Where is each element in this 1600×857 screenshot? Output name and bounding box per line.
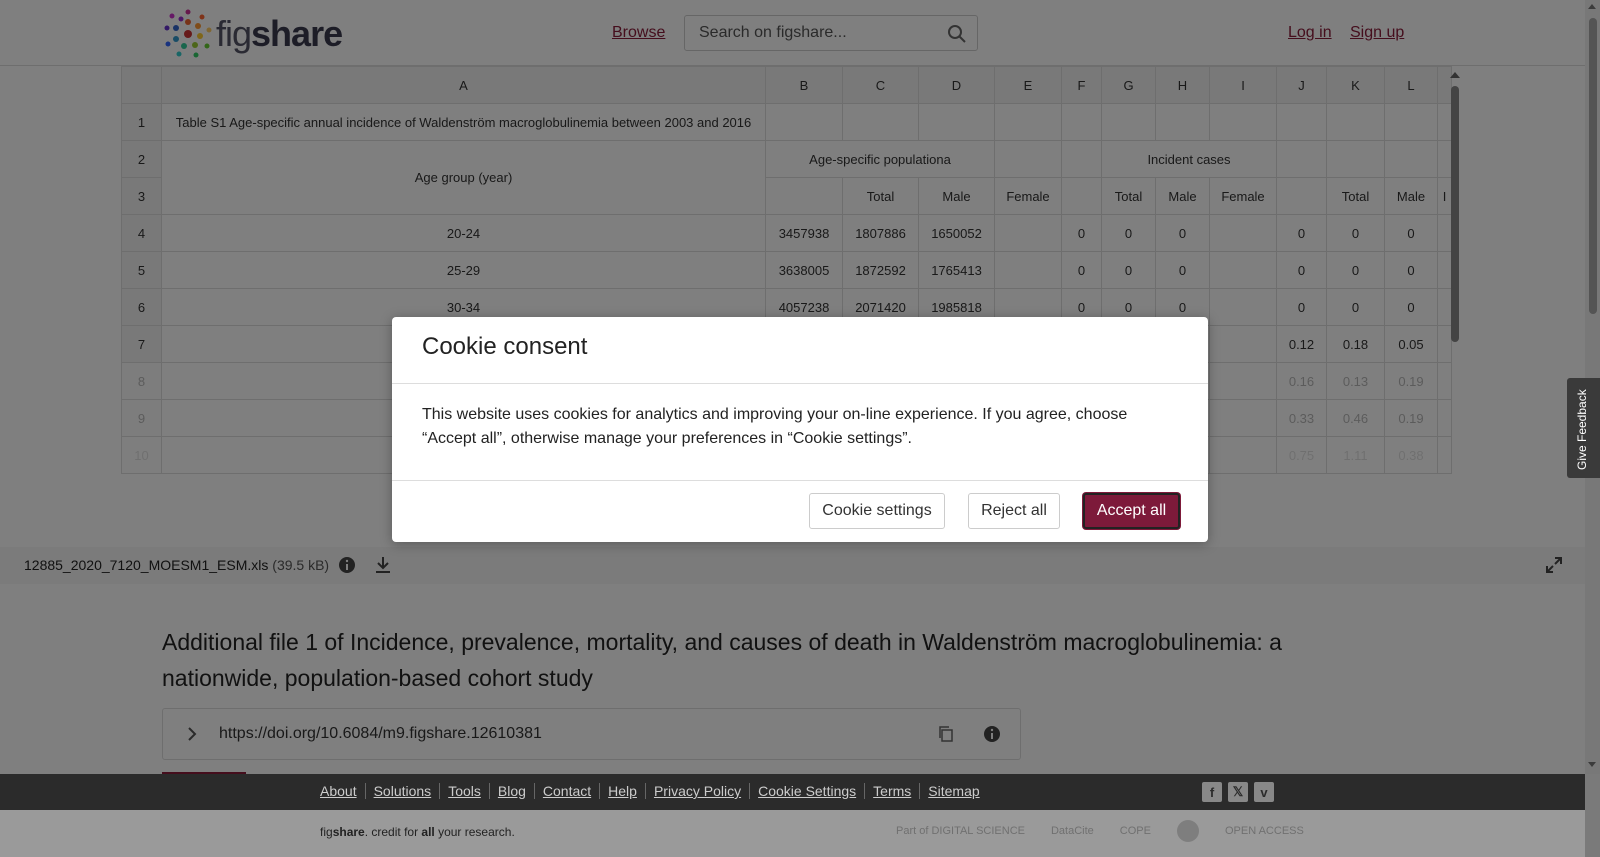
footer-link-sitemap[interactable]: Sitemap xyxy=(919,783,987,799)
footer-link-privacy[interactable]: Privacy Policy xyxy=(644,783,749,799)
cookie-settings-button[interactable]: Cookie settings xyxy=(809,493,945,529)
partner-logos: Part of DIGITAL SCIENCE DataCite COPE OP… xyxy=(896,820,1304,842)
footer-link-about[interactable]: About xyxy=(320,783,365,799)
footer-link-contact[interactable]: Contact xyxy=(533,783,599,799)
seal-logo-icon[interactable] xyxy=(1176,820,1199,842)
divider xyxy=(392,480,1208,481)
footer-links: About Solutions Tools Blog Contact Help … xyxy=(320,783,988,799)
cope-logo[interactable]: COPE xyxy=(1120,825,1151,837)
dialog-body: This website uses cookies for analytics … xyxy=(422,406,1128,447)
footer-tagline: figshare. credit for all your research. xyxy=(320,825,515,839)
footer-link-tools[interactable]: Tools xyxy=(439,783,489,799)
cookie-consent-dialog: Cookie consent This website uses cookies… xyxy=(392,317,1208,542)
divider xyxy=(392,383,1208,384)
footer-nav: About Solutions Tools Blog Contact Help … xyxy=(0,774,1585,810)
accept-all-button[interactable]: Accept all xyxy=(1083,493,1180,529)
x-twitter-icon[interactable]: 𝕏 xyxy=(1228,782,1248,802)
footer-bottom: figshare. credit for all your research. … xyxy=(0,810,1585,857)
footer-link-help[interactable]: Help xyxy=(599,783,645,799)
reject-all-button[interactable]: Reject all xyxy=(968,493,1060,529)
footer-link-solutions[interactable]: Solutions xyxy=(364,783,440,799)
footer-link-cookie-settings[interactable]: Cookie Settings xyxy=(749,783,864,799)
digital-science-logo[interactable]: Part of DIGITAL SCIENCE xyxy=(896,825,1025,837)
open-access-logo[interactable]: OPEN ACCESS xyxy=(1225,825,1304,837)
footer-link-terms[interactable]: Terms xyxy=(864,783,919,799)
facebook-icon[interactable]: f xyxy=(1202,782,1222,802)
social-links: f 𝕏 v xyxy=(1202,782,1274,802)
datacite-logo[interactable]: DataCite xyxy=(1051,825,1094,837)
vimeo-icon[interactable]: v xyxy=(1254,782,1274,802)
give-feedback-tab[interactable]: Give Feedback xyxy=(1567,378,1600,478)
footer-link-blog[interactable]: Blog xyxy=(488,783,534,799)
dialog-title: Cookie consent xyxy=(422,333,588,360)
feedback-label: Give Feedback xyxy=(1575,389,1589,470)
